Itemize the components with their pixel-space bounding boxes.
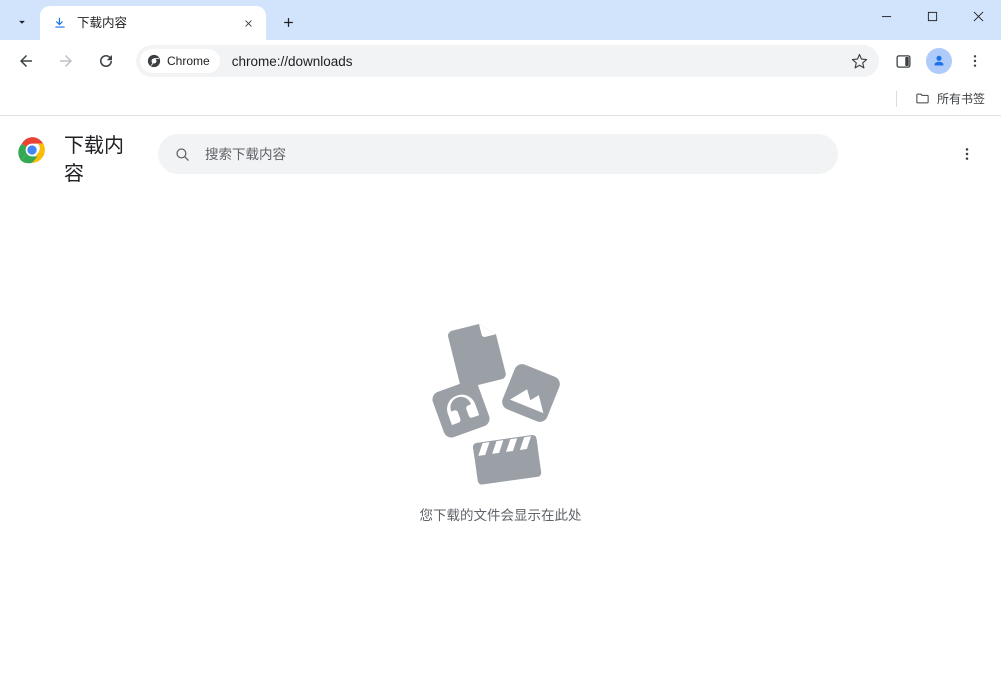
empty-state-message: 您下载的文件会显示在此处 bbox=[419, 508, 582, 523]
bookmark-label: 所有书签 bbox=[936, 91, 985, 106]
tab-downloads[interactable]: 下载内容 bbox=[40, 6, 266, 40]
more-vertical-icon bbox=[973, 55, 977, 67]
avatar bbox=[926, 48, 952, 74]
new-tab-button[interactable] bbox=[274, 8, 302, 36]
window-controls bbox=[863, 0, 1001, 40]
window-close-button[interactable] bbox=[955, 0, 1001, 32]
side-panel-button[interactable] bbox=[887, 45, 919, 77]
browser-toolbar: Chrome chrome://downloads bbox=[0, 40, 1001, 82]
reload-button[interactable] bbox=[90, 45, 122, 77]
reload-icon bbox=[100, 55, 112, 67]
tab-search-button[interactable] bbox=[8, 8, 36, 36]
more-vertical-icon bbox=[965, 148, 969, 160]
omnibox-chrome-chip[interactable]: Chrome bbox=[140, 49, 220, 73]
search-box[interactable] bbox=[158, 134, 838, 174]
empty-state: 您下载的文件会显示在此处 bbox=[0, 311, 1001, 526]
address-bar[interactable]: Chrome chrome://downloads bbox=[136, 45, 879, 77]
browser-menu-button[interactable] bbox=[959, 45, 991, 77]
plus-icon bbox=[283, 17, 293, 27]
tab-title: 下载内容 bbox=[77, 16, 128, 30]
bookmarks-bar: 所有书签 bbox=[0, 82, 1001, 116]
chrome-logo-icon bbox=[147, 54, 161, 68]
bookmark-star-icon[interactable] bbox=[845, 47, 873, 75]
download-icon bbox=[52, 15, 68, 31]
search-input[interactable] bbox=[205, 146, 822, 162]
side-panel-icon bbox=[895, 54, 911, 68]
minimize-icon bbox=[881, 15, 891, 17]
maximize-icon bbox=[927, 11, 937, 21]
profile-button[interactable] bbox=[923, 45, 955, 77]
back-button[interactable] bbox=[10, 45, 42, 77]
window-minimize-button[interactable] bbox=[863, 0, 909, 32]
tab-strip: 下载内容 bbox=[0, 0, 1001, 40]
forward-button[interactable] bbox=[50, 45, 82, 77]
chrome-logo-icon bbox=[18, 137, 45, 164]
page-title: 下载内容 bbox=[64, 135, 124, 185]
folder-icon bbox=[916, 93, 929, 104]
downloads-header: 下载内容 bbox=[0, 116, 1001, 196]
search-icon bbox=[176, 147, 189, 161]
downloads-page: 下载内容 搜索下载内容 您下载的文件会显示在此处 bbox=[0, 116, 1001, 674]
omnibox-url-text: chrome://downloads bbox=[231, 53, 353, 69]
window-maximize-button[interactable] bbox=[909, 0, 955, 32]
person-icon bbox=[934, 55, 944, 66]
downloads-more-button[interactable] bbox=[949, 136, 985, 172]
omnibox-chip-label: Chrome bbox=[167, 54, 210, 68]
close-icon bbox=[973, 11, 983, 21]
bookmarks-separator bbox=[895, 90, 897, 107]
chevron-down-icon bbox=[19, 20, 25, 24]
bookmark-all-bookmarks[interactable]: 所有书签 bbox=[909, 87, 991, 111]
arrow-right-icon bbox=[60, 55, 72, 67]
arrow-left-icon bbox=[20, 55, 32, 67]
empty-downloads-illustration bbox=[431, 324, 560, 485]
close-icon[interactable] bbox=[238, 13, 258, 33]
